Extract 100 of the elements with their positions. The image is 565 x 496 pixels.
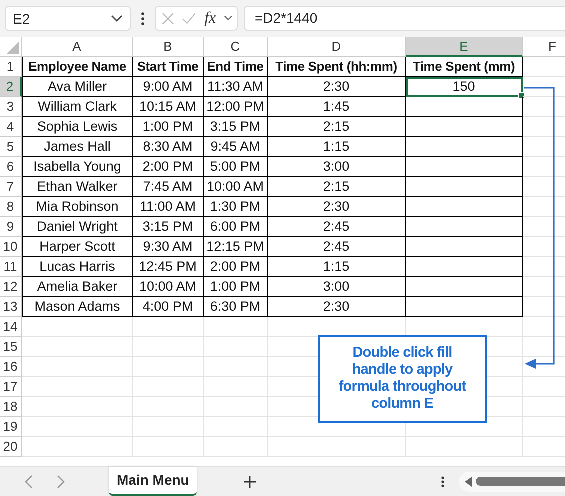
row-header[interactable]: 19 — [0, 417, 22, 437]
table-cell: 2:45 — [268, 237, 406, 257]
scroll-left-icon[interactable] — [465, 476, 472, 486]
column-header[interactable]: D — [268, 37, 406, 57]
row-header[interactable]: 8 — [0, 197, 22, 217]
table-cell: 2:45 — [268, 217, 406, 237]
horizontal-scrollbar[interactable] — [459, 472, 565, 492]
active-cell[interactable]: 150 — [406, 77, 523, 97]
table-cell: 9:30 AM — [133, 237, 204, 257]
name-box[interactable]: E2 — [5, 6, 131, 31]
empty-cell — [133, 317, 204, 337]
row-header[interactable]: 1 — [0, 57, 22, 77]
row-header[interactable]: 3 — [0, 97, 22, 117]
empty-cell — [133, 417, 204, 437]
formula-field[interactable]: =D2*1440 — [244, 6, 565, 31]
table-cell: 10:15 AM — [133, 97, 204, 117]
row-header[interactable]: 16 — [0, 357, 22, 377]
row-header[interactable]: 4 — [0, 117, 22, 137]
cell-value: 150 — [452, 79, 476, 94]
row-header[interactable]: 18 — [0, 397, 22, 417]
table-cell: 3:15 PM — [133, 217, 204, 237]
fill-handle[interactable] — [518, 92, 525, 99]
column-header[interactable]: E — [406, 37, 523, 57]
table-cell: 12:15 PM — [204, 237, 268, 257]
check-icon[interactable] — [182, 12, 197, 26]
table-cell: Ava Miller — [22, 77, 133, 97]
table-cell: 1:45 — [268, 97, 406, 117]
row-header[interactable]: 7 — [0, 177, 22, 197]
table-cell: Daniel Wright — [22, 217, 133, 237]
table-cell: Isabella Young — [22, 157, 133, 177]
table-cell: 6:00 PM — [204, 217, 268, 237]
table-cell: Mason Adams — [22, 297, 133, 317]
row-header[interactable]: 9 — [0, 217, 22, 237]
more-icon[interactable] — [141, 12, 145, 26]
empty-cell — [133, 397, 204, 417]
row-header[interactable]: 12 — [0, 277, 22, 297]
row-header[interactable]: 5 — [0, 137, 22, 157]
column-header[interactable]: C — [204, 37, 268, 57]
header-cell: End Time — [204, 57, 268, 77]
table-cell: 11:30 AM — [204, 77, 268, 97]
table-cell: 2:30 — [268, 297, 406, 317]
empty-cell — [204, 317, 268, 337]
empty-cell — [133, 337, 204, 357]
table-cell: 2:15 — [268, 117, 406, 137]
table-cell: 1:00 PM — [133, 117, 204, 137]
row-header[interactable]: 10 — [0, 237, 22, 257]
table-cell: William Clark — [22, 97, 133, 117]
row-header[interactable]: 15 — [0, 337, 22, 357]
table-cell: 2:00 PM — [204, 257, 268, 277]
table-cell: 3:00 — [268, 157, 406, 177]
empty-cell — [133, 437, 204, 457]
table-cell: 3:15 PM — [204, 117, 268, 137]
table-cell: 8:30 AM — [133, 137, 204, 157]
add-sheet-icon[interactable] — [243, 474, 258, 488]
row-header[interactable]: 14 — [0, 317, 22, 337]
table-cell: 2:30 — [268, 77, 406, 97]
table-cell: 2:00 PM — [133, 157, 204, 177]
empty-cell — [133, 357, 204, 377]
empty-cell — [133, 377, 204, 397]
row-header[interactable]: 6 — [0, 157, 22, 177]
table-cell: 12:45 PM — [133, 257, 204, 277]
table-cell: Ethan Walker — [22, 177, 133, 197]
callout-box: Double click fill handle to apply formula throughout column E — [318, 335, 487, 423]
empty-cell — [204, 417, 268, 437]
row-header[interactable]: 17 — [0, 377, 22, 397]
table-cell: Harper Scott — [22, 237, 133, 257]
column-header[interactable]: B — [133, 37, 204, 57]
table-cell: Amelia Baker — [22, 277, 133, 297]
row-header[interactable]: 20 — [0, 437, 22, 457]
more-icon[interactable] — [441, 476, 446, 488]
sheet-tab[interactable]: Main Menu — [109, 467, 198, 496]
table-cell: 10:00 AM — [133, 277, 204, 297]
header-cell: Time Spent (hh:mm) — [268, 57, 406, 77]
table-cell: Lucas Harris — [22, 257, 133, 277]
column-header[interactable]: A — [22, 37, 133, 57]
table-cell: 2:15 — [268, 177, 406, 197]
table-cell: Sophia Lewis — [22, 117, 133, 137]
table-cell: 7:45 AM — [133, 177, 204, 197]
table-cell: 4:00 PM — [133, 297, 204, 317]
table-cell: 9:45 AM — [204, 137, 268, 157]
table-cell: 6:30 PM — [204, 297, 268, 317]
table-cell: 1:15 — [268, 137, 406, 157]
table-cell: 2:30 — [268, 197, 406, 217]
chevron-down-icon — [111, 14, 123, 22]
table-cell: 5:00 PM — [204, 157, 268, 177]
header-cell: Start Time — [133, 57, 204, 77]
chevron-down-icon[interactable] — [224, 15, 233, 22]
triangle-icon — [7, 42, 19, 54]
table-cell: 1:15 — [268, 257, 406, 277]
header-cell: Employee Name — [22, 57, 133, 77]
header-cell: Time Spent (mm) — [406, 57, 523, 77]
row-header[interactable]: 13 — [0, 297, 22, 317]
row-header[interactable]: 11 — [0, 257, 22, 277]
table-cell: James Hall — [22, 137, 133, 157]
table-cell: 1:00 PM — [204, 277, 268, 297]
table-cell: 9:00 AM — [133, 77, 204, 97]
empty-cell — [204, 437, 268, 457]
insert-function-button[interactable]: fx — [204, 10, 216, 28]
row-header[interactable]: 2 — [0, 77, 22, 97]
table-cell: 10:00 AM — [204, 177, 268, 197]
